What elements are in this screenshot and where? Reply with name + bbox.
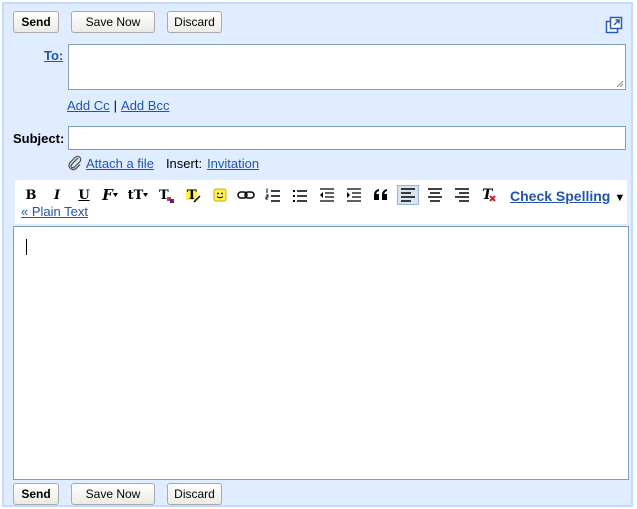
message-body-editor[interactable] bbox=[13, 226, 629, 480]
text-caret bbox=[26, 239, 27, 255]
indent-icon[interactable] bbox=[343, 185, 365, 205]
formatting-toolbar: B I U F tT T T T Check Spelling ▼ « Plai… bbox=[15, 180, 627, 224]
bulleted-list-icon[interactable] bbox=[289, 185, 311, 205]
popout-window-icon[interactable] bbox=[605, 16, 623, 34]
save-now-button-top[interactable]: Save Now bbox=[71, 11, 155, 33]
underline-icon[interactable]: U bbox=[73, 185, 95, 205]
font-icon-label: F bbox=[102, 186, 113, 204]
discard-button-bottom[interactable]: Discard bbox=[167, 483, 222, 505]
resize-grip-icon[interactable] bbox=[614, 78, 624, 88]
text-color-icon[interactable]: T bbox=[155, 185, 177, 205]
attach-row: Attach a file Insert: Invitation bbox=[67, 155, 259, 171]
align-center-icon[interactable] bbox=[424, 185, 446, 205]
insert-label: Insert: bbox=[165, 155, 203, 171]
check-spelling-link[interactable]: Check Spelling bbox=[510, 188, 610, 204]
add-cc-link[interactable]: Add Cc bbox=[67, 98, 110, 113]
subject-field[interactable] bbox=[68, 126, 626, 150]
send-button-top[interactable]: Send bbox=[13, 11, 59, 33]
quote-icon[interactable] bbox=[370, 185, 392, 205]
attach-file-link[interactable]: Attach a file bbox=[86, 156, 154, 171]
bold-icon[interactable]: B bbox=[20, 185, 42, 205]
font-icon[interactable]: F bbox=[99, 185, 121, 205]
svg-text:T: T bbox=[482, 187, 494, 203]
plain-text-link[interactable]: « Plain Text bbox=[21, 204, 88, 219]
emoticon-icon[interactable] bbox=[209, 185, 231, 205]
cc-bcc-row: Add Cc | Add Bcc bbox=[67, 98, 169, 113]
outdent-icon[interactable] bbox=[316, 185, 338, 205]
to-link[interactable]: To: bbox=[44, 48, 63, 63]
save-now-button-bottom[interactable]: Save Now bbox=[71, 483, 155, 505]
cc-bcc-separator: | bbox=[113, 98, 118, 113]
add-bcc-link[interactable]: Add Bcc bbox=[121, 98, 169, 113]
font-size-icon[interactable]: tT bbox=[127, 185, 149, 205]
chevron-down-icon[interactable]: ▼ bbox=[614, 192, 625, 204]
paperclip-icon bbox=[68, 155, 82, 171]
align-left-icon[interactable] bbox=[397, 185, 419, 205]
highlight-color-icon[interactable]: T bbox=[182, 185, 204, 205]
font-size-dropdown-arrow-icon bbox=[143, 193, 149, 197]
italic-icon[interactable]: I bbox=[46, 185, 68, 205]
font-size-icon-label: tT bbox=[127, 187, 144, 203]
send-button-bottom[interactable]: Send bbox=[13, 483, 59, 505]
compose-window: Send Save Now Discard To: Add Cc | Add Bcc… bbox=[2, 2, 633, 507]
subject-label: Subject: bbox=[13, 131, 65, 146]
invitation-link[interactable]: Invitation bbox=[207, 156, 259, 171]
align-right-icon[interactable] bbox=[451, 185, 473, 205]
check-spelling-control[interactable]: Check Spelling ▼ bbox=[510, 188, 625, 204]
remove-formatting-icon[interactable]: T bbox=[478, 185, 500, 205]
font-dropdown-arrow-icon bbox=[112, 193, 118, 197]
link-icon[interactable] bbox=[235, 185, 257, 205]
numbered-list-icon[interactable] bbox=[262, 185, 284, 205]
discard-button-top[interactable]: Discard bbox=[167, 11, 222, 33]
to-field[interactable] bbox=[68, 44, 626, 90]
